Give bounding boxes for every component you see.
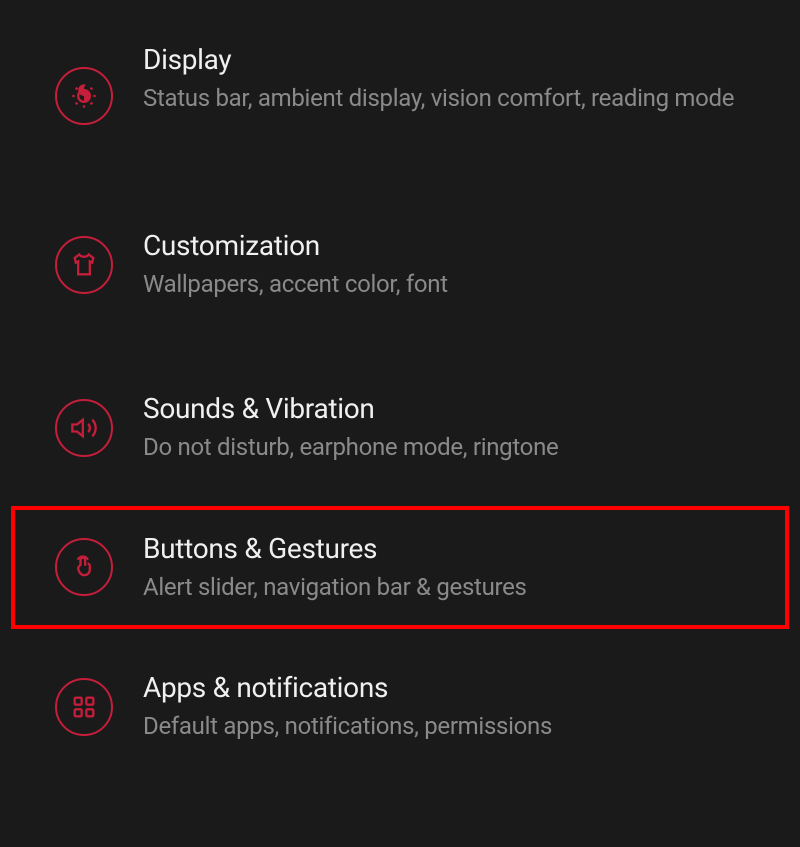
settings-panel: Display Status bar, ambient display, vis… bbox=[15, 10, 785, 795]
settings-item-sounds[interactable]: Sounds & Vibration Do not disturb, earph… bbox=[15, 370, 785, 485]
settings-item-content: Customization Wallpapers, accent color, … bbox=[143, 229, 745, 300]
volume-icon bbox=[55, 399, 113, 457]
settings-item-title: Buttons & Gestures bbox=[143, 532, 745, 565]
brightness-icon bbox=[55, 67, 113, 125]
settings-item-subtitle: Default apps, notifications, permissions bbox=[143, 710, 745, 742]
settings-item-customization[interactable]: Customization Wallpapers, accent color, … bbox=[15, 207, 785, 322]
settings-item-subtitle: Alert slider, navigation bar & gestures bbox=[143, 571, 745, 603]
settings-item-title: Display bbox=[143, 43, 745, 76]
settings-item-content: Sounds & Vibration Do not disturb, earph… bbox=[143, 392, 745, 463]
settings-item-subtitle: Wallpapers, accent color, font bbox=[143, 268, 745, 300]
settings-list: Display Status bar, ambient display, vis… bbox=[15, 40, 785, 765]
settings-item-content: Apps & notifications Default apps, notif… bbox=[143, 671, 745, 742]
settings-item-content: Display Status bar, ambient display, vis… bbox=[143, 43, 745, 114]
settings-item-subtitle: Do not disturb, earphone mode, ringtone bbox=[143, 431, 745, 463]
settings-item-title: Customization bbox=[143, 229, 745, 262]
settings-item-content: Buttons & Gestures Alert slider, navigat… bbox=[143, 532, 745, 603]
settings-item-display[interactable]: Display Status bar, ambient display, vis… bbox=[15, 40, 785, 147]
touch-icon bbox=[55, 538, 113, 596]
settings-item-buttons-gestures[interactable]: Buttons & Gestures Alert slider, navigat… bbox=[11, 506, 789, 629]
apps-icon bbox=[55, 678, 113, 736]
settings-item-subtitle: Status bar, ambient display, vision comf… bbox=[143, 82, 745, 114]
settings-item-apps[interactable]: Apps & notifications Default apps, notif… bbox=[15, 649, 785, 764]
shirt-icon bbox=[55, 236, 113, 294]
settings-item-title: Apps & notifications bbox=[143, 671, 745, 704]
settings-item-title: Sounds & Vibration bbox=[143, 392, 745, 425]
